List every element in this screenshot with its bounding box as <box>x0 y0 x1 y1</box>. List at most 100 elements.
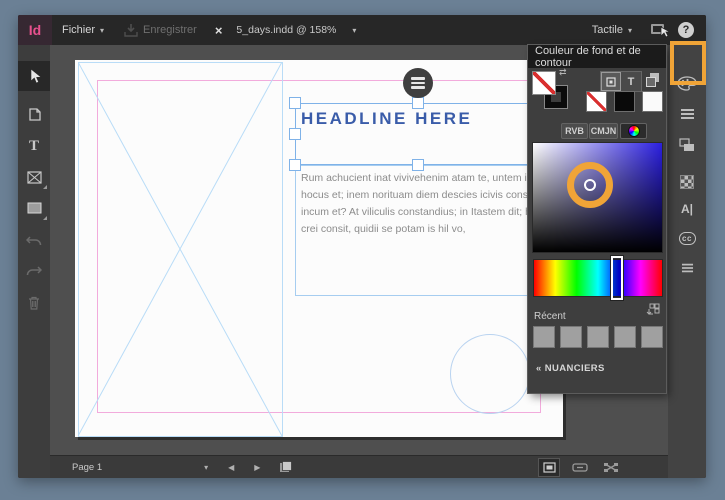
annotation-highlight-ring <box>567 162 613 208</box>
fill-stroke-color-panel: Couleur de fond et de contour ⇄ T RVB CM… <box>528 45 666 393</box>
frame-handle-bottom-center[interactable] <box>412 159 424 171</box>
frame-options-button[interactable] <box>403 68 433 98</box>
swap-fill-stroke-icon[interactable]: ⇄ <box>559 67 567 78</box>
menu-lines-icon <box>681 263 693 273</box>
type-tool[interactable]: T <box>18 131 50 161</box>
workspace-switcher[interactable]: Tactile ▾ <box>582 15 642 45</box>
fit-spread-button[interactable] <box>600 458 622 477</box>
apply-color-layers-icon[interactable] <box>645 72 661 88</box>
open-swatches-link[interactable]: « NUANCIERS <box>536 363 605 374</box>
hamburger-icon <box>411 77 425 80</box>
help-icon[interactable]: ? <box>678 22 694 38</box>
selection-arrow-icon <box>30 68 41 84</box>
save-label: Enregistrer <box>143 24 197 36</box>
add-page-icon[interactable] <box>278 460 293 474</box>
touch-mode-icon[interactable] <box>650 22 670 38</box>
headline-text[interactable]: HEADLINE HERE <box>301 109 472 129</box>
document-tab-menu[interactable]: ▾ <box>342 15 366 45</box>
recent-swatch[interactable] <box>560 326 582 348</box>
recent-swatch[interactable] <box>641 326 663 348</box>
swatch-white[interactable] <box>642 91 663 112</box>
undo-button[interactable] <box>18 226 50 256</box>
swatch-none[interactable] <box>586 91 607 112</box>
application-topbar: Id Fichier ▾ Enregistrer × 5_days.indd @… <box>18 15 706 45</box>
file-menu-label: Fichier <box>62 24 96 36</box>
swatch-black[interactable] <box>614 91 635 112</box>
view-mode-buttons <box>538 457 622 477</box>
tools-panel: T <box>18 45 50 478</box>
creative-cloud-button[interactable]: cc <box>668 226 706 250</box>
save-icon <box>124 23 138 37</box>
trash-icon <box>29 296 39 310</box>
page-indicator[interactable]: Page 1 <box>72 462 102 473</box>
hamburger-icon <box>411 86 425 89</box>
recent-swatch[interactable] <box>614 326 636 348</box>
format-text-button[interactable]: T <box>621 72 641 91</box>
frame-handle-bottom-left[interactable] <box>289 159 301 171</box>
body-text[interactable]: Rum achucient inat vivivehenim atam te, … <box>301 170 533 238</box>
dock-menu-button[interactable] <box>668 256 706 280</box>
body-line: crei consit, quidii se potam is hil vo, <box>301 223 466 235</box>
rvb-mode-button[interactable]: RVB <box>561 123 588 139</box>
body-line: incum et? At viliculis constandius; in I… <box>301 206 531 218</box>
pages-panel-button[interactable] <box>668 133 706 157</box>
body-line: hocus et; inem norituam diem descies ici… <box>301 189 533 201</box>
workspace-label: Tactile <box>591 24 623 36</box>
hue-slider-handle[interactable] <box>610 255 624 301</box>
file-menu[interactable]: Fichier ▾ <box>52 15 114 45</box>
page-tool[interactable] <box>18 99 50 129</box>
container-icon <box>606 76 616 87</box>
tool-flyout-indicator <box>43 216 47 220</box>
rectangle-tool[interactable] <box>18 193 50 223</box>
fit-page-button[interactable] <box>569 458 591 477</box>
frame-handle-top-center[interactable] <box>412 97 424 109</box>
properties-panel-button[interactable] <box>668 102 706 126</box>
chevron-down-icon: ▾ <box>627 25 632 35</box>
panel-dock: A| cc <box>668 45 706 478</box>
indesign-window: Id Fichier ▾ Enregistrer × 5_days.indd @… <box>18 15 706 478</box>
redo-button[interactable] <box>18 256 50 286</box>
frame-handle-top-left[interactable] <box>289 97 301 109</box>
swatches-panel-button[interactable] <box>668 170 706 194</box>
close-document-icon[interactable]: × <box>207 23 231 38</box>
list-lines-icon <box>680 109 694 119</box>
save-button[interactable]: Enregistrer <box>114 23 207 37</box>
redo-icon <box>26 266 42 276</box>
formatting-target-toggle: T <box>600 71 642 92</box>
page-dropdown-icon[interactable]: ▾ <box>204 463 208 472</box>
panel-title: Couleur de fond et de contour <box>528 45 666 69</box>
add-to-swatches-icon[interactable] <box>646 303 660 317</box>
page-tool-icon <box>28 107 41 121</box>
frame-handle-middle-left[interactable] <box>289 128 301 140</box>
view-normal-button[interactable] <box>538 457 560 477</box>
type-tool-icon: T <box>28 137 39 154</box>
previous-page-icon[interactable]: ◀ <box>228 463 234 472</box>
color-wheel-icon <box>627 125 640 137</box>
format-container-button[interactable] <box>601 72 621 91</box>
chevron-down-icon: ▾ <box>352 25 357 35</box>
fit-page-icon <box>572 462 588 472</box>
body-line: Rum achucient inat vivivehenim atam te, … <box>301 172 533 184</box>
view-normal-icon <box>542 461 556 473</box>
creative-cloud-icon: cc <box>678 231 696 245</box>
color-wheel-button[interactable] <box>620 123 647 139</box>
indesign-logo: Id <box>18 15 52 45</box>
chevron-down-icon: ▾ <box>100 25 105 35</box>
character-styles-panel-button[interactable]: A| <box>668 197 706 221</box>
document-tab[interactable]: 5_days.indd @ 158% <box>230 24 342 36</box>
cmjn-mode-button[interactable]: CMJN <box>589 123 618 139</box>
recent-swatch[interactable] <box>587 326 609 348</box>
hue-slider-bar[interactable] <box>533 259 663 297</box>
next-page-icon[interactable]: ▶ <box>254 463 260 472</box>
fill-color-indicator[interactable] <box>532 71 556 95</box>
placeholder-frame[interactable] <box>78 62 283 437</box>
circle-frame-guide[interactable] <box>450 334 530 414</box>
frame-tool[interactable] <box>18 162 50 192</box>
selection-tool[interactable] <box>18 61 50 91</box>
hamburger-icon <box>411 81 425 85</box>
character-style-icon: A| <box>680 202 694 216</box>
recent-swatch[interactable] <box>533 326 555 348</box>
desktop-background: Id Fichier ▾ Enregistrer × 5_days.indd @… <box>0 0 725 500</box>
delete-button[interactable] <box>18 288 50 318</box>
fit-spread-icon <box>604 462 618 472</box>
